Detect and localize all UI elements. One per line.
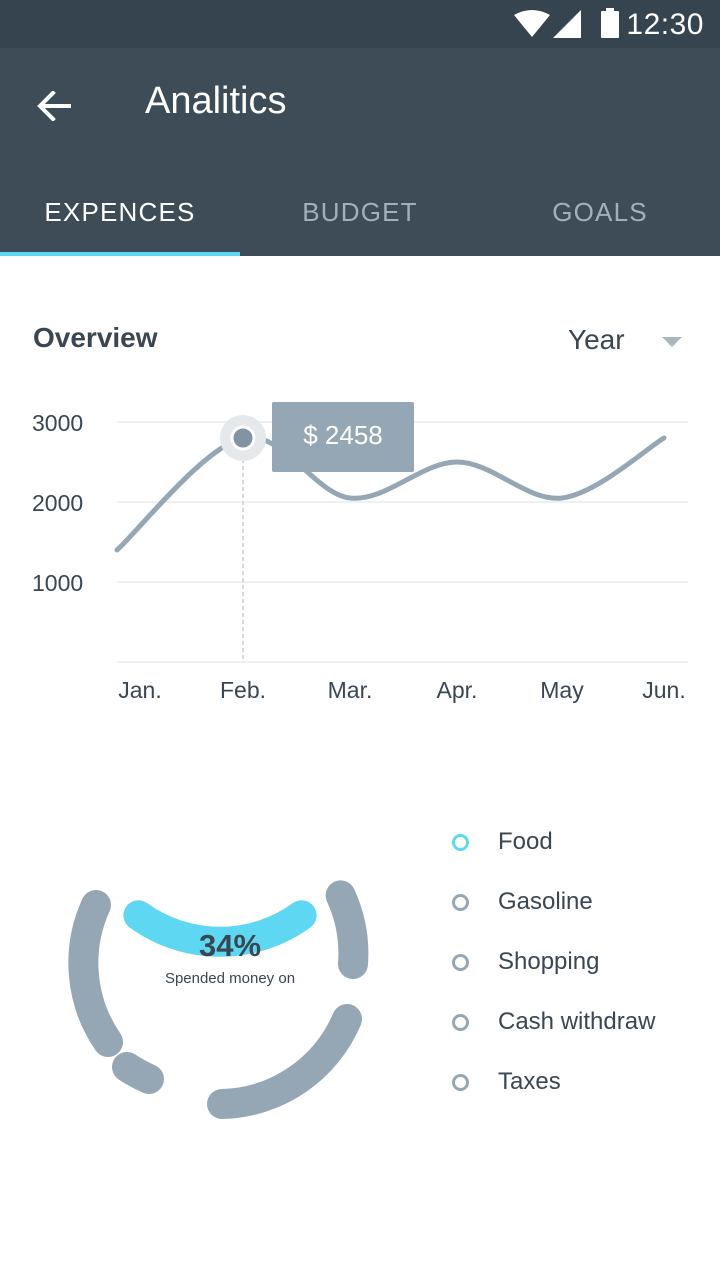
tab-goals[interactable]: GOALS xyxy=(480,168,720,256)
radio-dot-icon xyxy=(452,1013,469,1031)
app-bar: Analitics EXPENCES BUDGET GOALS xyxy=(0,48,720,256)
radio-dot-icon xyxy=(452,1073,469,1091)
status-time: 12:30 xyxy=(626,8,704,41)
active-tab-indicator xyxy=(0,252,240,256)
period-dropdown[interactable]: Year xyxy=(568,322,693,362)
chevron-down-icon xyxy=(662,337,682,347)
x-tick-label: Jan. xyxy=(118,677,161,703)
donut-segment-cash-withdraw[interactable] xyxy=(112,1052,164,1094)
period-value: Year xyxy=(568,324,625,355)
legend-item-shopping[interactable]: Shopping xyxy=(450,932,655,992)
legend-item-food[interactable]: Food xyxy=(450,812,655,872)
radio-dot-icon xyxy=(452,893,469,911)
donut-legend: Food Gasoline Shopping Cash withdraw Tax… xyxy=(450,812,655,1112)
donut-subtitle: Spended money on xyxy=(164,970,296,987)
x-tick-label: Mar. xyxy=(328,677,373,703)
radio-dot-icon xyxy=(452,833,469,851)
x-tick-label: Apr. xyxy=(437,677,478,703)
tab-label: EXPENCES xyxy=(44,196,196,227)
status-bar: 12:30 xyxy=(0,0,720,48)
overview-title: Overview xyxy=(33,322,158,353)
legend-label: Cash withdraw xyxy=(498,1008,656,1035)
legend-label: Taxes xyxy=(498,1068,561,1095)
legend-item-taxes[interactable]: Taxes xyxy=(450,1052,655,1112)
donut-segment-taxes[interactable] xyxy=(68,890,123,1057)
signal-icon xyxy=(553,10,581,38)
x-tick-label: May xyxy=(540,677,584,703)
donut-percent: 34% xyxy=(198,928,262,963)
legend-label: Food xyxy=(498,828,553,855)
radio-dot-icon xyxy=(452,953,469,971)
y-tick-label: 2000 xyxy=(32,490,83,516)
expenses-line-chart: 1000 2000 3000 Jan. Feb. Mar. Apr. May Jun. $ 245… xyxy=(32,402,688,703)
donut-segment-shopping[interactable] xyxy=(207,1004,362,1119)
tab-label: BUDGET xyxy=(302,196,418,227)
value-tooltip-label: $ 2458 xyxy=(303,420,383,450)
legend-item-gasoline[interactable]: Gasoline xyxy=(450,872,655,932)
battery-icon xyxy=(601,8,619,38)
legend-label: Gasoline xyxy=(498,888,593,915)
tab-expences[interactable]: EXPENCES xyxy=(0,168,240,256)
y-tick-label: 3000 xyxy=(32,410,83,436)
x-tick-label: Jun. xyxy=(642,677,685,703)
highlight-data-point[interactable] xyxy=(230,425,256,451)
tab-label: GOALS xyxy=(552,196,648,227)
donut-center-label: 34% Spended money on xyxy=(130,928,330,987)
x-tick-label: Feb. xyxy=(220,677,266,703)
page-title: Analitics xyxy=(145,80,287,122)
tab-budget[interactable]: BUDGET xyxy=(240,168,480,256)
legend-item-cash-withdraw[interactable]: Cash withdraw xyxy=(450,992,655,1052)
legend-label: Shopping xyxy=(498,948,600,975)
donut-segment-gasoline[interactable] xyxy=(325,880,369,979)
arrow-left-icon xyxy=(37,91,71,121)
y-tick-label: 1000 xyxy=(32,570,83,596)
wifi-icon xyxy=(514,10,550,37)
tab-bar: EXPENCES BUDGET GOALS xyxy=(0,168,720,256)
back-button[interactable] xyxy=(26,78,82,134)
